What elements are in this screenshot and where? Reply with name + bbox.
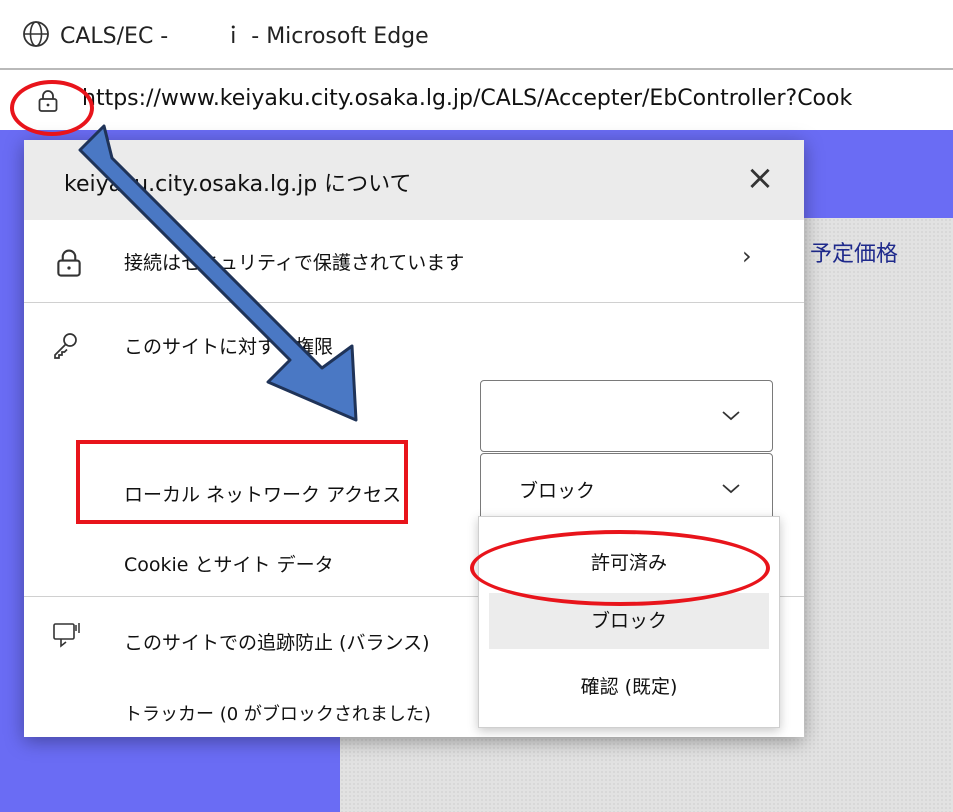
lock-icon <box>57 249 81 277</box>
annotation-ellipse-allowed <box>470 530 770 606</box>
local-network-access-select[interactable]: ブロック <box>480 453 773 525</box>
close-button[interactable]: × <box>742 160 778 196</box>
annotation-rect-local-network <box>76 440 408 524</box>
local-network-access-value: ブロック <box>519 480 596 502</box>
connection-security-row[interactable]: 接続はセキュリティで保護されています <box>124 248 464 275</box>
title-app-name: CALS/EC - <box>60 24 169 49</box>
chevron-down-icon <box>722 411 740 421</box>
tracking-prevention-icon <box>53 623 80 648</box>
flyout-title: keiyaku.city.osaka.lg.jp について <box>64 172 412 197</box>
permissions-heading: このサイトに対する権限 <box>124 336 334 358</box>
option-ask-default[interactable]: 確認 (既定) <box>489 659 769 715</box>
window-title: CALS/EC - ｉ - Microsoft Edge <box>60 18 429 50</box>
title-browser-name: - Microsoft Edge <box>251 24 429 49</box>
key-icon <box>54 333 77 359</box>
url-text[interactable]: https://www.keiyaku.city.osaka.lg.jp/CAL… <box>82 86 852 111</box>
title-page-name: ｉ <box>222 24 245 49</box>
chevron-down-icon <box>722 484 740 494</box>
tracker-status-text: トラッカー (0 がブロックされました) <box>124 704 431 725</box>
tracking-prevention-heading[interactable]: このサイトでの追跡防止 (バランス) <box>124 628 430 655</box>
permission-first-select[interactable] <box>480 380 773 452</box>
divider <box>24 302 804 303</box>
globe-icon <box>23 21 49 47</box>
window-title-bar: CALS/EC - ｉ - Microsoft Edge <box>0 0 953 62</box>
cookie-site-data-label[interactable]: Cookie とサイト データ <box>124 550 334 577</box>
chevron-right-icon[interactable]: › <box>742 242 752 270</box>
flyout-header: keiyaku.city.osaka.lg.jp について × <box>24 140 804 220</box>
annotation-ellipse-lock <box>10 80 94 136</box>
page-partial-heading: 予定価格 <box>810 242 899 267</box>
